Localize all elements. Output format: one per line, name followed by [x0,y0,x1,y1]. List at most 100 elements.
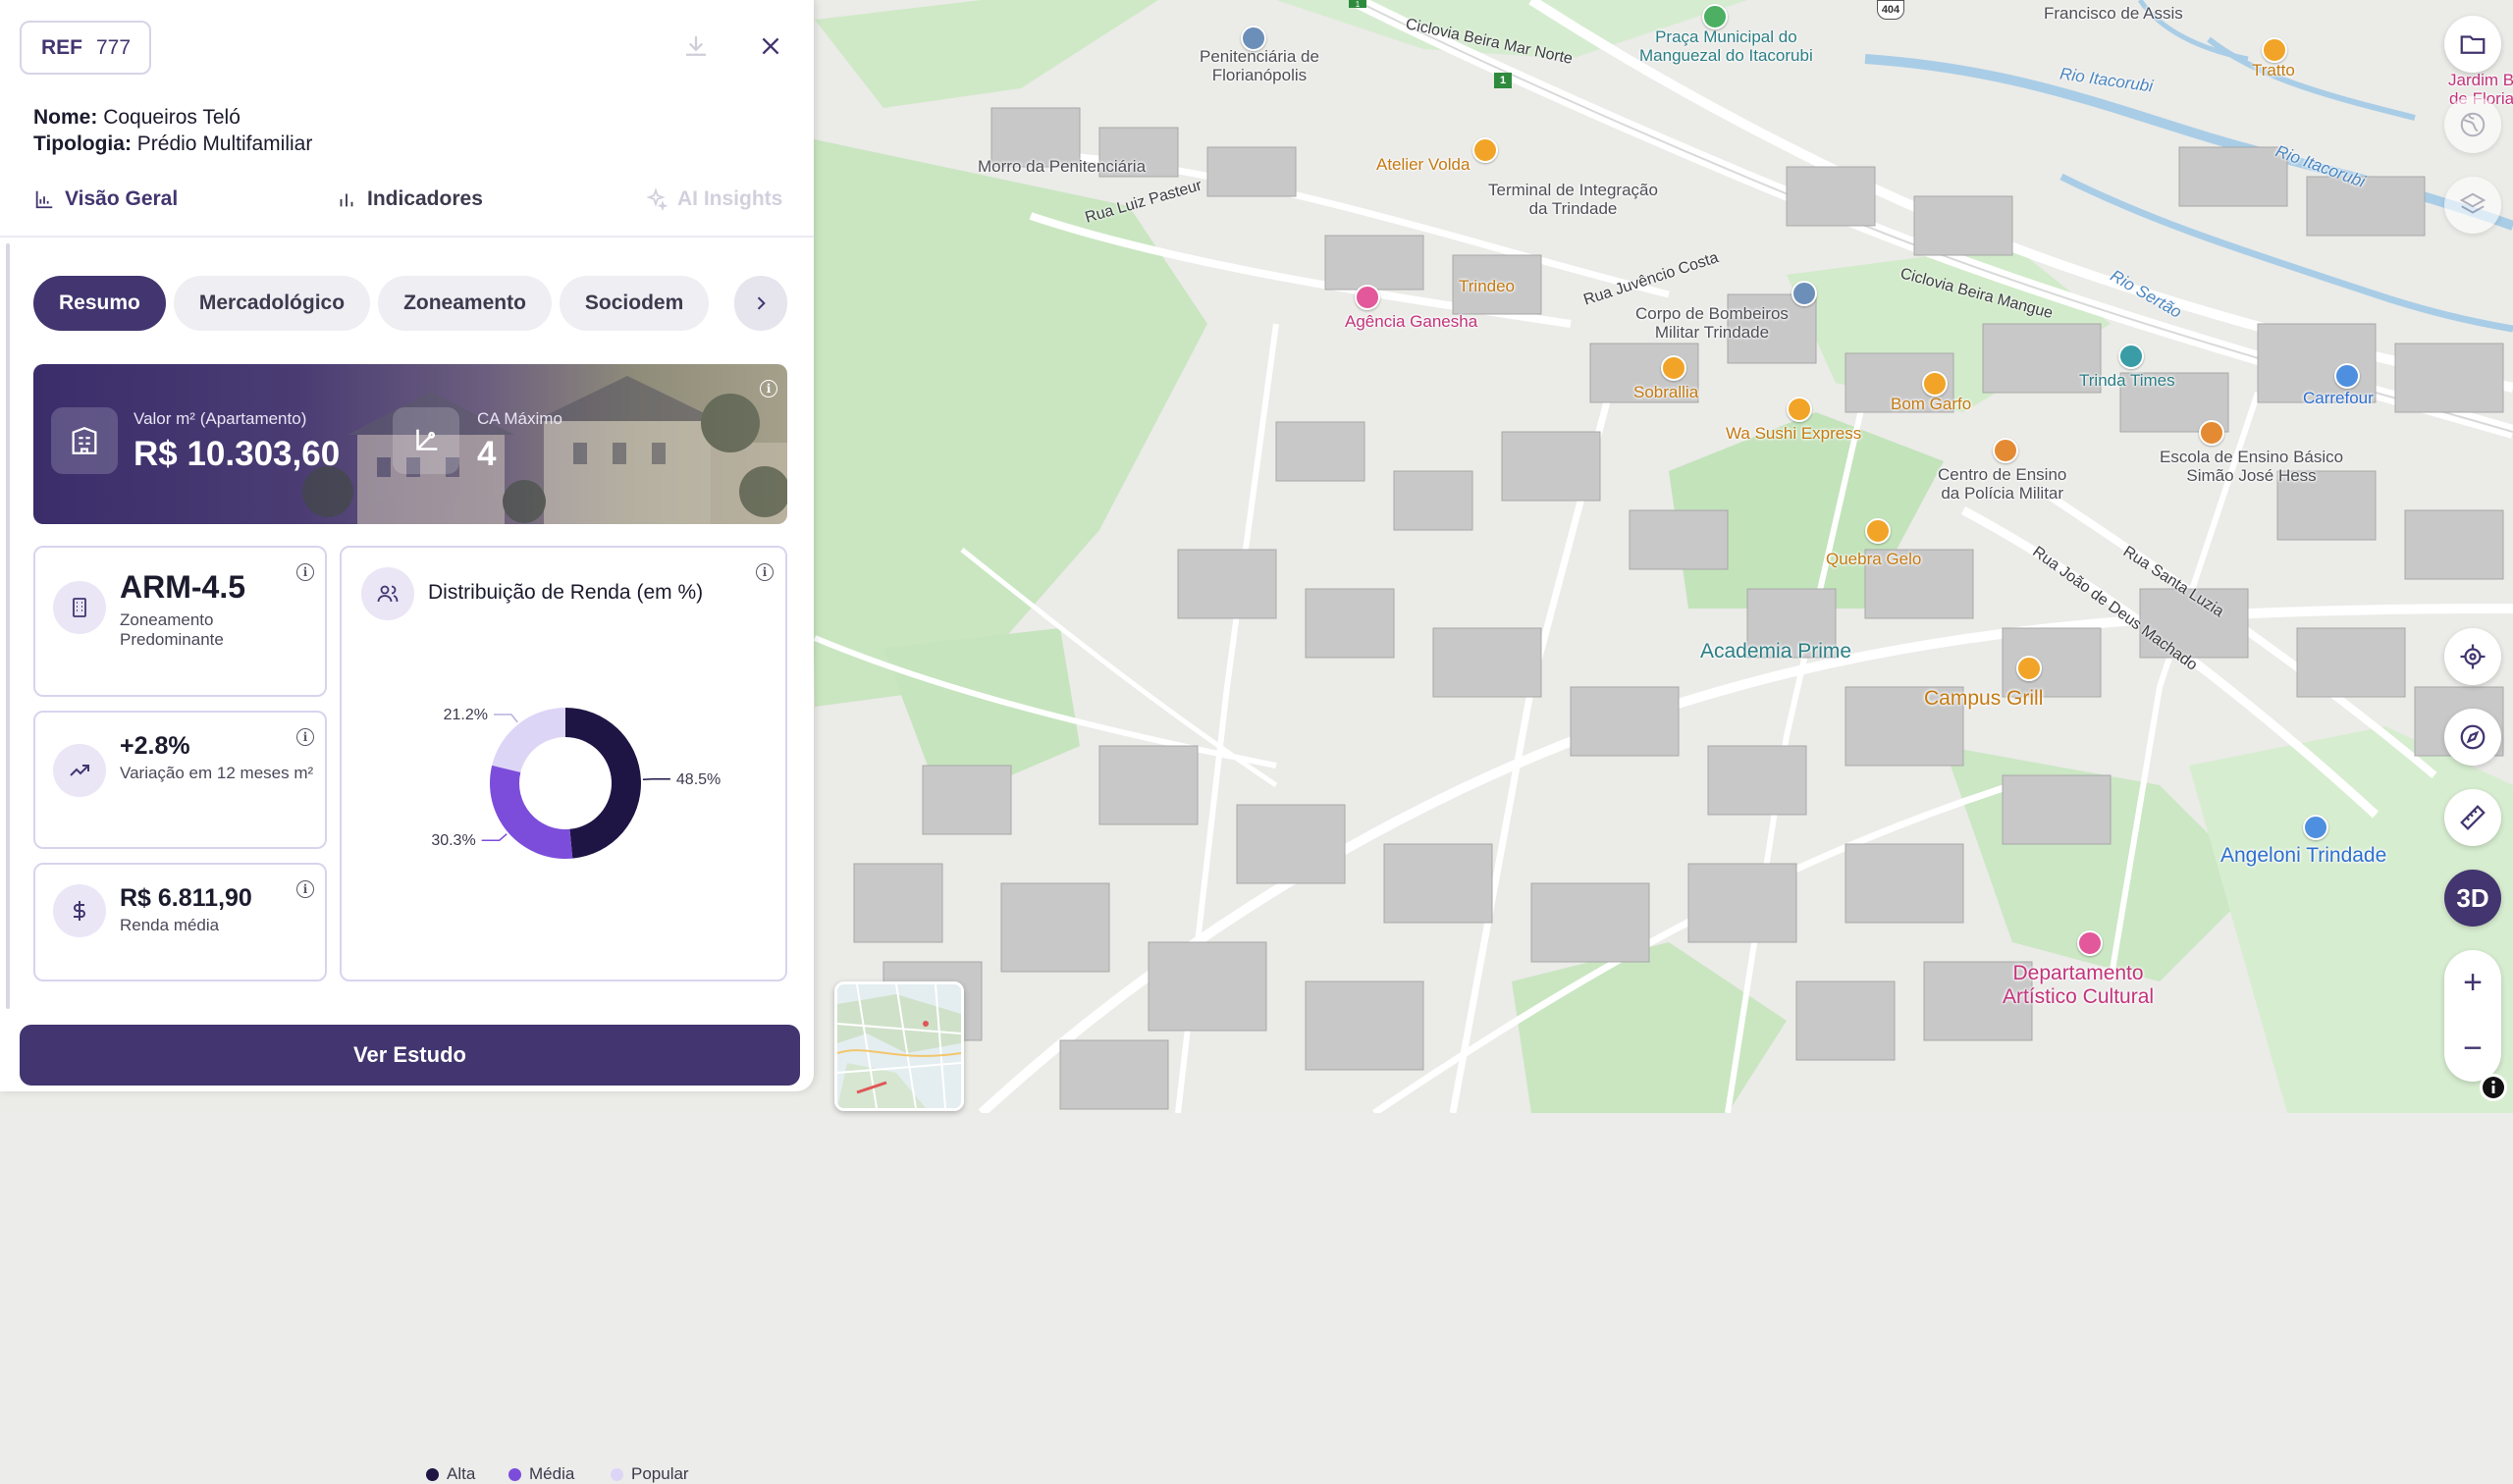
tab-divider [0,236,814,238]
globe-button[interactable] [2444,96,2501,153]
poi-pin[interactable] [2118,344,2144,369]
zoning-card: ARM-4.5 Zoneamento Predominante i [33,546,327,697]
ruler-button[interactable] [2444,789,2501,846]
shop-pin[interactable] [1355,285,1380,310]
minimap[interactable] [834,981,964,1111]
map-label: Agência Ganesha [1345,312,1477,331]
museum-pin[interactable] [2077,930,2103,956]
info-icon [2482,1076,2505,1099]
tab-ai-insights[interactable]: AI Insights [644,185,782,214]
close-icon [758,33,783,59]
poi-pin[interactable] [1241,26,1266,51]
data-label: 21.2% [444,707,488,723]
restaurant-pin[interactable] [1787,397,1812,422]
restaurant-pin[interactable] [2016,656,2042,681]
valor-m2-label: Valor m² (Apartamento) [134,409,306,429]
income-card: R$ 6.811,90 Renda média i [33,863,327,981]
slice-alta[interactable] [565,708,641,859]
zoom-in-button[interactable]: + [2444,950,2501,1016]
info-icon[interactable]: i [760,380,777,398]
info-icon[interactable]: i [296,563,314,581]
chart-title: Distribuição de Renda (em %) [428,581,703,605]
school-pin[interactable] [2199,420,2224,446]
leader-line [494,715,517,722]
map-label: Angeloni Trindade [2220,844,2386,868]
slice-media[interactable] [490,766,572,859]
legend-item-popular: Popular [611,1464,689,1484]
ruler-icon [2458,803,2487,832]
office-building-icon [68,596,91,619]
zoning-label: Zoneamento Predominante [120,610,287,650]
zoom-control: + − [2444,950,2501,1082]
poi-pin[interactable] [1791,281,1817,306]
variation-label: Variação em 12 meses m² [120,764,316,783]
compass-icon [2458,722,2487,752]
chip-sociodemografico[interactable]: Sociodem [560,276,709,331]
map-label: Quebra Gelo [1826,550,1921,568]
route-shield: 1 [1494,73,1512,88]
ref-value: 777 [96,36,131,60]
zoom-out-button[interactable]: − [2444,1016,2501,1082]
restaurant-pin[interactable] [1865,518,1891,544]
download-button[interactable] [679,29,713,63]
shop-pin[interactable] [2334,363,2360,389]
ver-estudo-button[interactable]: Ver Estudo [20,1025,800,1086]
folder-button[interactable] [2444,16,2501,73]
map-label: Centro de Ensinoda Polícia Militar [1938,465,2066,503]
summary-hero: Valor m² (Apartamento) R$ 10.303,60 CA M… [33,364,787,524]
section-chips: ResumoMercadológicoZoneamentoSociodem [33,276,721,331]
info-icon[interactable]: i [296,880,314,898]
compass-button[interactable] [2444,709,2501,766]
slice-popular[interactable] [492,708,565,772]
map-label: Wa Sushi Express [1726,424,1861,443]
view-mode-3d-button[interactable]: 3D [2444,870,2501,927]
data-label: 30.3% [431,832,475,849]
map-label: Morro da Penitenciária [978,157,1146,176]
route-shield: 404 [1877,0,1904,20]
layers-icon [2458,190,2487,220]
shop-pin[interactable] [2303,815,2328,840]
property-panel: REF 777 Nome: Coqueiros Teló Tipologia: … [0,0,814,1091]
close-button[interactable] [754,29,787,63]
locate-icon [2458,642,2487,671]
restaurant-pin[interactable] [1472,137,1498,163]
zoning-value: ARM-4.5 [120,569,245,606]
chip-mercadologico[interactable]: Mercadológico [174,276,370,331]
layers-button[interactable] [2444,177,2501,234]
attribution-button[interactable] [2480,1074,2507,1101]
restaurant-pin[interactable] [1661,355,1686,381]
school-pin[interactable] [1993,438,2018,463]
legend-item-media: Média [508,1464,574,1484]
map-label: Escola de Ensino BásicoSimão José Hess [2160,448,2343,485]
data-label: 48.5% [676,771,721,788]
tipologia-value: Prédio Multifamiliar [137,132,313,155]
ca-maximo-value: 4 [477,435,496,474]
info-icon[interactable]: i [296,728,314,746]
users-icon-box [361,567,414,620]
restaurant-pin[interactable] [1922,371,1948,397]
chip-zoneamento[interactable]: Zoneamento [378,276,552,331]
map-label: Corpo de BombeirosMilitar Trindade [1635,304,1789,342]
variation-card: +2.8% Variação em 12 meses m² i [33,711,327,849]
chip-resumo[interactable]: Resumo [33,276,166,331]
users-icon [376,582,400,606]
legend-label: Alta [447,1464,475,1484]
locate-button[interactable] [2444,628,2501,685]
building-icon-box [51,407,118,474]
tab-indicadores[interactable]: Indicadores [336,185,483,214]
panel-scrollbar[interactable] [6,243,10,1009]
chips-next-button[interactable] [734,276,787,331]
dollar-icon [68,899,91,923]
ca-icon-box [393,407,459,474]
park-pin[interactable] [1702,4,1728,29]
tipologia-label: Tipologia: [33,132,132,155]
chevron-right-icon [751,293,771,313]
tab-visao-geral[interactable]: Visão Geral [33,185,178,214]
info-icon[interactable]: i [756,563,774,581]
axis-arrows-icon [409,424,443,457]
globe-icon [2458,110,2487,139]
restaurant-pin[interactable] [2262,37,2287,63]
legend-label: Média [529,1464,574,1484]
leader-line [482,834,508,841]
nome-value: Coqueiros Teló [103,106,241,129]
